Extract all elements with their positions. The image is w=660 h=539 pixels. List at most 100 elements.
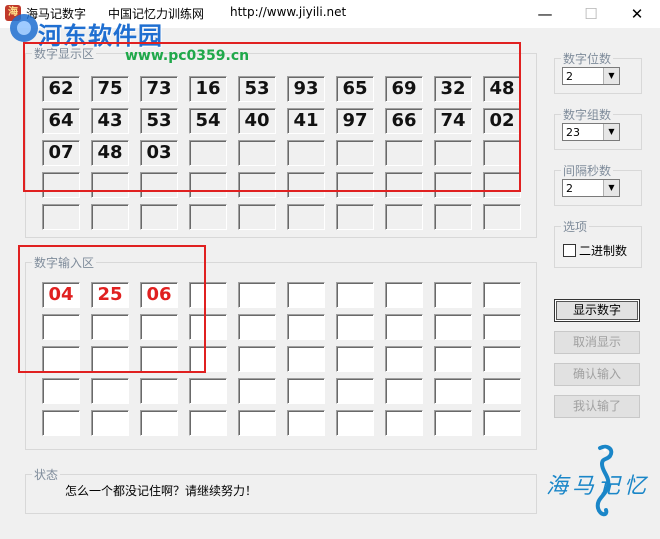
input-cell[interactable] [336, 378, 374, 404]
status-legend: 状态 [34, 468, 59, 482]
input-cell[interactable] [91, 314, 129, 340]
display-cell [483, 140, 521, 166]
input-cell[interactable]: 06 [140, 282, 178, 308]
input-cell[interactable] [434, 282, 472, 308]
display-cell [385, 204, 423, 230]
group-count-value: 23 [566, 126, 580, 139]
interval-legend: 间隔秒数 [563, 164, 612, 178]
display-cell: 03 [140, 140, 178, 166]
input-cell[interactable]: 25 [91, 282, 129, 308]
input-cell[interactable] [287, 346, 325, 372]
display-cell [140, 204, 178, 230]
input-cell[interactable] [42, 314, 80, 340]
display-cell: 16 [189, 76, 227, 102]
display-cell: 53 [238, 76, 276, 102]
input-cell[interactable] [483, 314, 521, 340]
input-cell[interactable] [434, 346, 472, 372]
display-cell: 73 [140, 76, 178, 102]
group-count-select[interactable]: 23 ▼ [562, 123, 620, 141]
input-cell[interactable] [287, 314, 325, 340]
input-cell[interactable] [189, 410, 227, 436]
watermark-logo-icon [10, 14, 38, 42]
display-cell [42, 172, 80, 198]
display-cell: 93 [287, 76, 325, 102]
display-cell [189, 140, 227, 166]
chevron-down-icon: ▼ [603, 124, 619, 140]
input-cell[interactable] [189, 282, 227, 308]
input-cell[interactable] [91, 346, 129, 372]
input-cell[interactable] [287, 410, 325, 436]
input-cell[interactable] [238, 314, 276, 340]
display-cell: 64 [42, 108, 80, 134]
input-cell[interactable] [336, 282, 374, 308]
input-cell[interactable]: 04 [42, 282, 80, 308]
input-cell[interactable] [336, 314, 374, 340]
show-numbers-button[interactable]: 显示数字 [554, 299, 640, 322]
input-cell[interactable] [238, 410, 276, 436]
maximize-button: ☐ [584, 5, 598, 23]
display-cell [189, 204, 227, 230]
input-cell[interactable] [140, 346, 178, 372]
input-cell[interactable] [385, 314, 423, 340]
input-cell[interactable] [238, 378, 276, 404]
group-count-legend: 数字组数 [563, 108, 612, 122]
input-cell[interactable] [189, 346, 227, 372]
input-cell[interactable] [189, 378, 227, 404]
display-cell [287, 204, 325, 230]
input-cell[interactable] [238, 346, 276, 372]
input-cell[interactable] [483, 346, 521, 372]
display-cell: 66 [385, 108, 423, 134]
input-cell[interactable] [189, 314, 227, 340]
input-cell[interactable] [385, 378, 423, 404]
watermark-url: www.pc0359.cn [125, 48, 250, 64]
display-cell [434, 172, 472, 198]
input-cell[interactable] [140, 314, 178, 340]
input-cell[interactable] [42, 378, 80, 404]
display-cell: 48 [483, 76, 521, 102]
digit-count-select[interactable]: 2 ▼ [562, 67, 620, 85]
input-cell[interactable] [287, 378, 325, 404]
close-button[interactable]: ✕ [614, 0, 660, 28]
display-cell [238, 204, 276, 230]
display-cell [434, 140, 472, 166]
display-cell [336, 140, 374, 166]
display-cell: 75 [91, 76, 129, 102]
display-cell: 40 [238, 108, 276, 134]
input-cell[interactable] [336, 410, 374, 436]
display-cell [91, 204, 129, 230]
input-cell[interactable] [140, 410, 178, 436]
display-cell: 43 [91, 108, 129, 134]
interval-select[interactable]: 2 ▼ [562, 179, 620, 197]
display-cell [336, 204, 374, 230]
binary-checkbox[interactable] [563, 244, 576, 257]
display-cell [434, 204, 472, 230]
binary-label: 二进制数 [579, 244, 628, 258]
input-cell[interactable] [42, 410, 80, 436]
input-cell[interactable] [385, 282, 423, 308]
input-cell[interactable] [434, 378, 472, 404]
input-cell[interactable] [140, 378, 178, 404]
display-cell: 48 [91, 140, 129, 166]
input-cell[interactable] [434, 410, 472, 436]
input-cell[interactable] [238, 282, 276, 308]
input-area-legend: 数字输入区 [34, 256, 95, 270]
display-cell: 53 [140, 108, 178, 134]
input-cell[interactable] [287, 282, 325, 308]
chevron-down-icon: ▼ [603, 180, 619, 196]
input-cell[interactable] [42, 346, 80, 372]
display-cell [287, 172, 325, 198]
display-cell: 07 [42, 140, 80, 166]
input-cell[interactable] [483, 378, 521, 404]
input-cell[interactable] [336, 346, 374, 372]
display-cell [385, 140, 423, 166]
input-cell[interactable] [434, 314, 472, 340]
input-cell[interactable] [385, 346, 423, 372]
input-cell[interactable] [91, 410, 129, 436]
input-cell[interactable] [483, 410, 521, 436]
input-cell[interactable] [385, 410, 423, 436]
minimize-button[interactable]: — [522, 0, 568, 28]
input-cell[interactable] [91, 378, 129, 404]
window-url: http://www.jiyili.net [230, 5, 347, 19]
display-cell: 97 [336, 108, 374, 134]
input-cell[interactable] [483, 282, 521, 308]
